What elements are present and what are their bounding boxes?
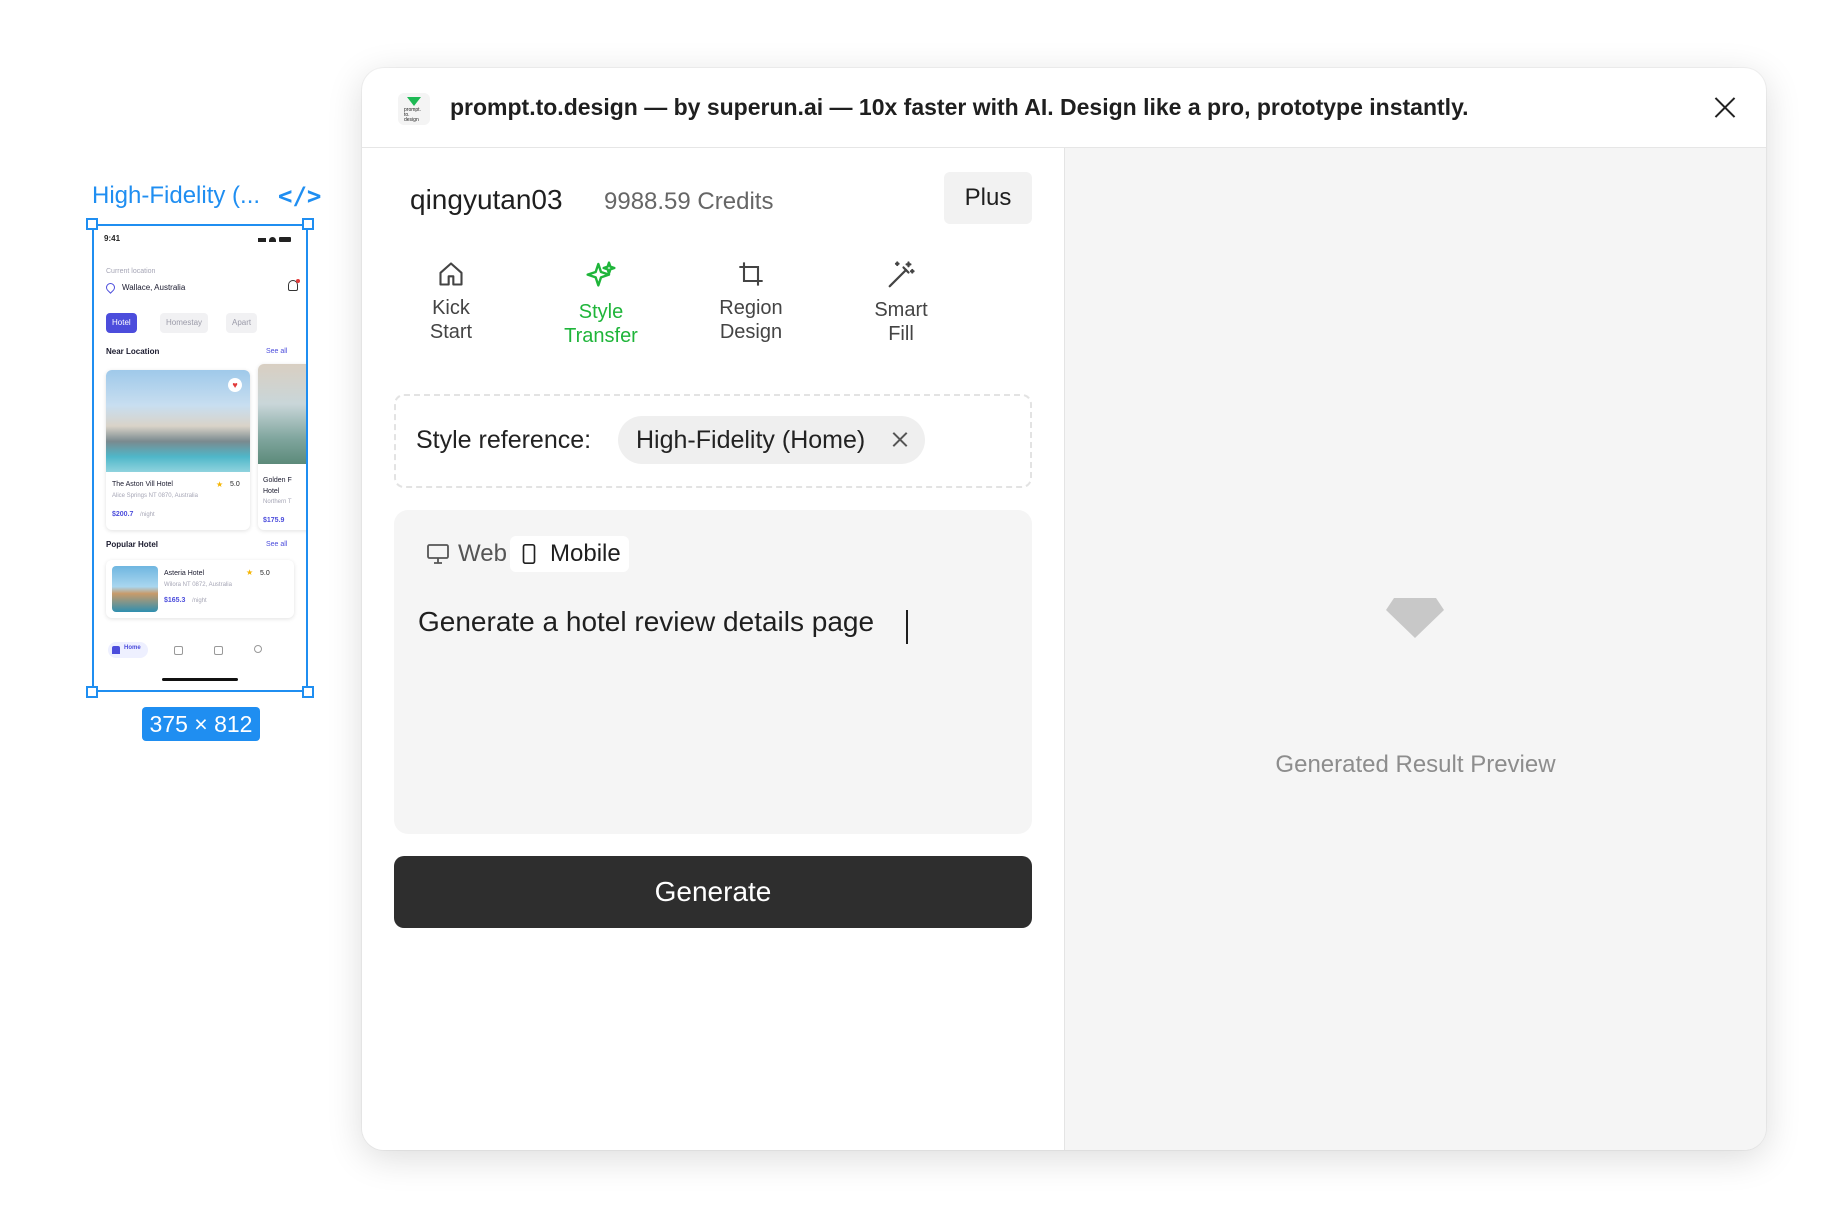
controls-pane: qingyutan03 9988.59 Credits Plus Kick St… [362, 148, 1065, 1150]
hotel-name: The Aston Vill Hotel [112, 481, 173, 488]
tool-smart-fill[interactable]: Smart Fill [831, 260, 971, 346]
hotel-address: Northern T [263, 499, 292, 505]
category-apart[interactable]: Apart [226, 313, 258, 333]
hotel-rating: 5.0 [230, 481, 240, 488]
hotel-price: $165.3 [164, 597, 186, 604]
title-bar: prompt. to. design prompt.to.design — by… [362, 68, 1766, 148]
plugin-window: prompt. to. design prompt.to.design — by… [362, 68, 1766, 1150]
home-icon [439, 262, 463, 286]
calendar-icon[interactable] [174, 646, 183, 655]
credits-balance: 9988.59 Credits [604, 188, 774, 215]
tool-region-design[interactable]: Region Design [681, 260, 821, 344]
location-text: Wallace, Australia [122, 283, 186, 292]
code-icon[interactable]: </> [278, 182, 321, 210]
home-indicator [162, 678, 238, 681]
hotel-name: Golden F Hotel [263, 477, 292, 495]
prompt-panel: Web Mobile Generate a hotel review detai… [394, 510, 1032, 834]
text-caret [906, 610, 908, 644]
star-icon: ★ [246, 568, 254, 577]
style-reference-chip[interactable]: High-Fidelity (Home) [618, 416, 926, 464]
home-icon [112, 646, 120, 654]
location-caption: Current location [106, 268, 156, 275]
near-location-title: Near Location [106, 347, 160, 356]
nav-home[interactable]: Home [108, 642, 148, 658]
status-icons [258, 236, 292, 242]
hotel-name: Asteria Hotel [164, 570, 205, 577]
username: qingyutan03 [410, 184, 563, 215]
device-tab-mobile[interactable]: Mobile [510, 536, 629, 572]
plan-button[interactable]: Plus [944, 172, 1032, 224]
status-time: 9:41 [104, 234, 121, 243]
popular-hotel-title: Popular Hotel [106, 540, 159, 549]
remove-reference-icon[interactable] [891, 430, 909, 448]
hotel-price: $200.7 [112, 511, 134, 518]
resize-handle[interactable] [302, 686, 314, 698]
price-unit: /night [140, 512, 155, 518]
bottom-nav: Home [94, 638, 306, 666]
bell-icon[interactable] [288, 279, 300, 291]
category-homestay[interactable]: Homestay [160, 313, 209, 333]
magic-wand-icon [888, 261, 915, 288]
app-logo: prompt. to. design [398, 93, 430, 125]
diamond-icon [1386, 598, 1444, 638]
phone-icon [522, 544, 536, 564]
tool-kick-start[interactable]: Kick Start [381, 260, 521, 344]
preview-pane: Generated Result Preview [1065, 148, 1766, 1150]
resize-handle[interactable] [86, 218, 98, 230]
location-pin-icon [104, 281, 117, 294]
preview-placeholder-text: Generated Result Preview [1275, 751, 1556, 778]
generate-button[interactable]: Generate [394, 856, 1032, 928]
sparkles-icon [586, 261, 616, 287]
window-title: prompt.to.design — by superun.ai — 10x f… [450, 94, 1469, 120]
profile-icon[interactable] [254, 645, 262, 653]
popular-hotel-card[interactable]: Asteria Hotel ★ 5.0 Wilora NT 0872, Aust… [106, 560, 294, 618]
price-unit: /night [192, 598, 207, 604]
category-hotel[interactable]: Hotel [106, 313, 137, 333]
hotel-card[interactable]: Golden F Hotel Northern T $175.9 [258, 364, 306, 530]
hotel-photo [112, 566, 158, 612]
see-all-link[interactable]: See all [266, 541, 287, 548]
style-reference-dropzone[interactable]: Style reference: High-Fidelity (Home) [394, 394, 1032, 488]
crop-icon [739, 262, 763, 286]
style-reference-label: Style reference: [416, 426, 592, 454]
mobile-frame-preview[interactable]: 9:41 Current location Wallace, Australia… [92, 224, 308, 692]
bookmark-icon[interactable] [214, 646, 223, 655]
close-button[interactable] [1710, 92, 1740, 122]
see-all-link[interactable]: See all [266, 348, 287, 355]
hotel-address: Wilora NT 0872, Australia [164, 582, 232, 588]
device-tab-web[interactable]: Web [418, 536, 515, 572]
hotel-rating: 5.0 [260, 570, 270, 577]
monitor-icon [427, 544, 449, 564]
hotel-card[interactable]: ♥ The Aston Vill Hotel ★ 5.0 Alice Sprin… [106, 370, 250, 530]
hotel-price: $175.9 [263, 517, 285, 524]
favorite-heart-icon[interactable]: ♥ [228, 378, 242, 392]
gem-icon [407, 97, 421, 106]
resize-handle[interactable] [302, 218, 314, 230]
hotel-address: Alice Springs NT 0870, Australia [112, 493, 198, 499]
tool-style-transfer[interactable]: Style Transfer [531, 260, 671, 348]
frame-title[interactable]: High-Fidelity (... [92, 182, 260, 210]
resize-handle[interactable] [86, 686, 98, 698]
star-icon: ★ [216, 480, 224, 489]
hotel-photo [258, 364, 306, 464]
frame-size-badge: 375 × 812 [142, 707, 260, 741]
logo-text: prompt. to. design [404, 107, 421, 123]
prompt-input[interactable]: Generate a hotel review details page [418, 606, 1008, 806]
